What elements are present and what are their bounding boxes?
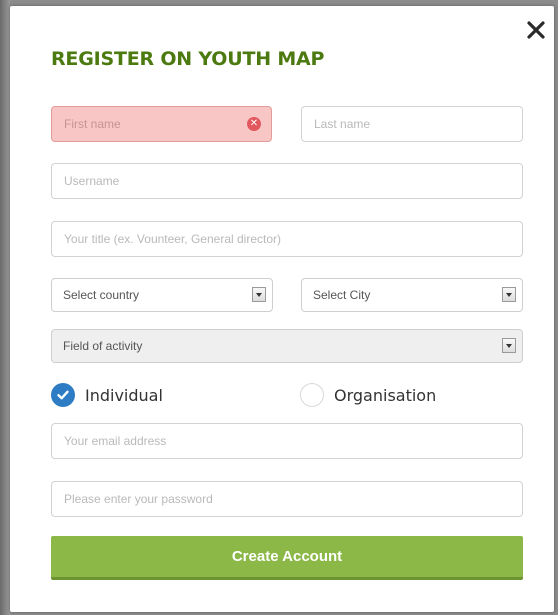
first-name-input[interactable] [51, 106, 272, 142]
page-backdrop [0, 0, 10, 615]
radio-individual[interactable]: Individual [51, 382, 163, 408]
country-select-value: Select country [63, 288, 140, 302]
activity-select-value: Field of activity [63, 339, 143, 353]
page-title: REGISTER ON YOUTH MAP [51, 48, 325, 70]
activity-select[interactable]: Field of activity [51, 329, 523, 363]
city-select-value: Select City [313, 288, 371, 302]
create-account-button[interactable]: Create Account [51, 536, 523, 580]
radio-unchecked-indicator [300, 383, 324, 407]
last-name-input[interactable] [301, 106, 523, 142]
radio-checked-indicator [51, 383, 75, 407]
city-select[interactable]: Select City [301, 278, 523, 312]
radio-organisation[interactable]: Organisation [300, 382, 436, 408]
email-input[interactable] [51, 423, 523, 459]
checkmark-icon [57, 390, 69, 400]
job-title-input[interactable] [51, 221, 523, 257]
username-input[interactable] [51, 163, 523, 199]
close-icon [527, 21, 545, 39]
radio-label: Organisation [334, 385, 437, 405]
dropdown-arrow-icon [252, 287, 266, 302]
country-select[interactable]: Select country [51, 278, 273, 312]
dropdown-arrow-icon [502, 287, 516, 302]
register-modal: REGISTER ON YOUTH MAP ✕ Select country S… [10, 6, 554, 612]
close-button[interactable] [526, 20, 546, 40]
password-input[interactable] [51, 481, 523, 517]
error-icon: ✕ [247, 117, 261, 131]
radio-label: Individual [85, 385, 163, 405]
dropdown-arrow-icon [502, 338, 516, 353]
